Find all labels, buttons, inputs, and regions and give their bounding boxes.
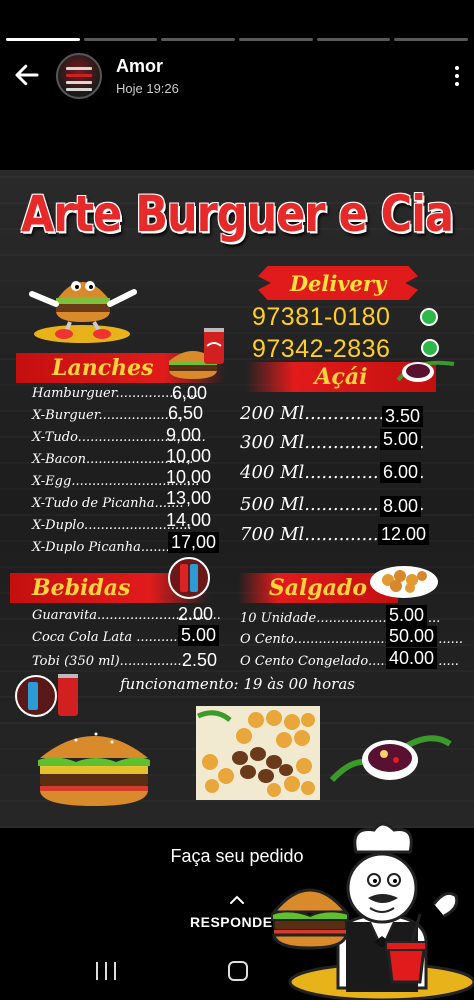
progress-segment [161,38,236,41]
salgado-item-price: 50.00 [386,626,438,647]
recent-apps-icon[interactable] [96,962,116,980]
progress-segment [394,38,469,41]
story-timestamp: Hoje 19:26 [116,81,179,96]
bebida-item-name: Coca Cola Lata .............. [32,630,195,645]
lanche-item-price: 14,00 [166,510,212,530]
drinks-icon [168,557,210,599]
progress-segment [83,38,158,41]
menu-flyer: Arte Burguer e Cia Delivery 97381-0180 9… [0,170,474,828]
phone-number: 97381-0180 [252,303,391,331]
lanche-item-price: 10,00 [166,467,212,487]
bebida-item-price: 5.00 [178,625,220,646]
progress-segment [316,38,391,41]
phone-number: 97342-2836 [252,335,391,363]
acai-item-price: 12.00 [378,524,430,545]
salgado-item-price: 5.00 [386,605,428,626]
reply-button[interactable]: RESPONDE [190,914,273,930]
lanche-item-price: 6,00 [172,383,208,403]
whatsapp-icon [421,339,439,357]
lanche-item-price: 13,00 [166,488,212,508]
lanche-item-name: X-Burguer.................... [32,408,182,423]
story-progress [6,38,469,42]
lanche-item-price: 9,00 [166,425,202,445]
drinks-icon [15,674,78,717]
acai-bowl-icon [330,735,452,783]
acai-item-price: 8.00 [380,496,422,517]
story-header: Amor Hoje 19:26 [0,50,474,100]
whatsapp-icon [420,308,438,326]
opening-hours: funcionamento: 19 às 00 horas [120,675,355,693]
acai-item-price: 3.50 [382,406,424,427]
more-vertical-icon[interactable] [454,66,460,86]
soda-can-icon [204,328,224,364]
lanche-item-name: X-Tudo de Picanha....... [32,496,184,511]
burger-icon [38,732,150,806]
acai-item-price: 6.00 [380,462,422,483]
chevron-up-icon[interactable] [229,895,245,905]
salgado-item-price: 40.00 [386,648,438,669]
lanche-item-name: X-Duplo Picanha........... [32,540,187,555]
lanche-item-price: 6,50 [168,403,204,423]
fried-snacks-icon [196,706,320,800]
home-icon[interactable] [228,961,248,981]
bebida-item-name: Tobi (350 ml)................ [32,654,186,669]
delivery-badge: Delivery [258,266,418,300]
lanche-item-price: 17,00 [168,532,220,553]
avatar[interactable] [56,53,102,99]
snacks-icon [370,566,438,598]
acai-item-price: 5.00 [380,429,422,450]
bebida-item-price: 2.50 [182,650,218,670]
lanche-item-price: 10,00 [166,446,212,466]
progress-segment [6,38,80,41]
progress-segment [239,38,313,41]
flyer-title: Arte Burguer e Cia [21,186,454,244]
bebida-item-price: 2.00 [178,604,214,624]
contact-name[interactable]: Amor [116,56,163,77]
burger-mascot-icon [29,281,137,343]
acai-bowl-icon [396,360,455,382]
chef-logo-icon [270,822,474,1000]
arrow-left-icon[interactable] [12,60,42,90]
